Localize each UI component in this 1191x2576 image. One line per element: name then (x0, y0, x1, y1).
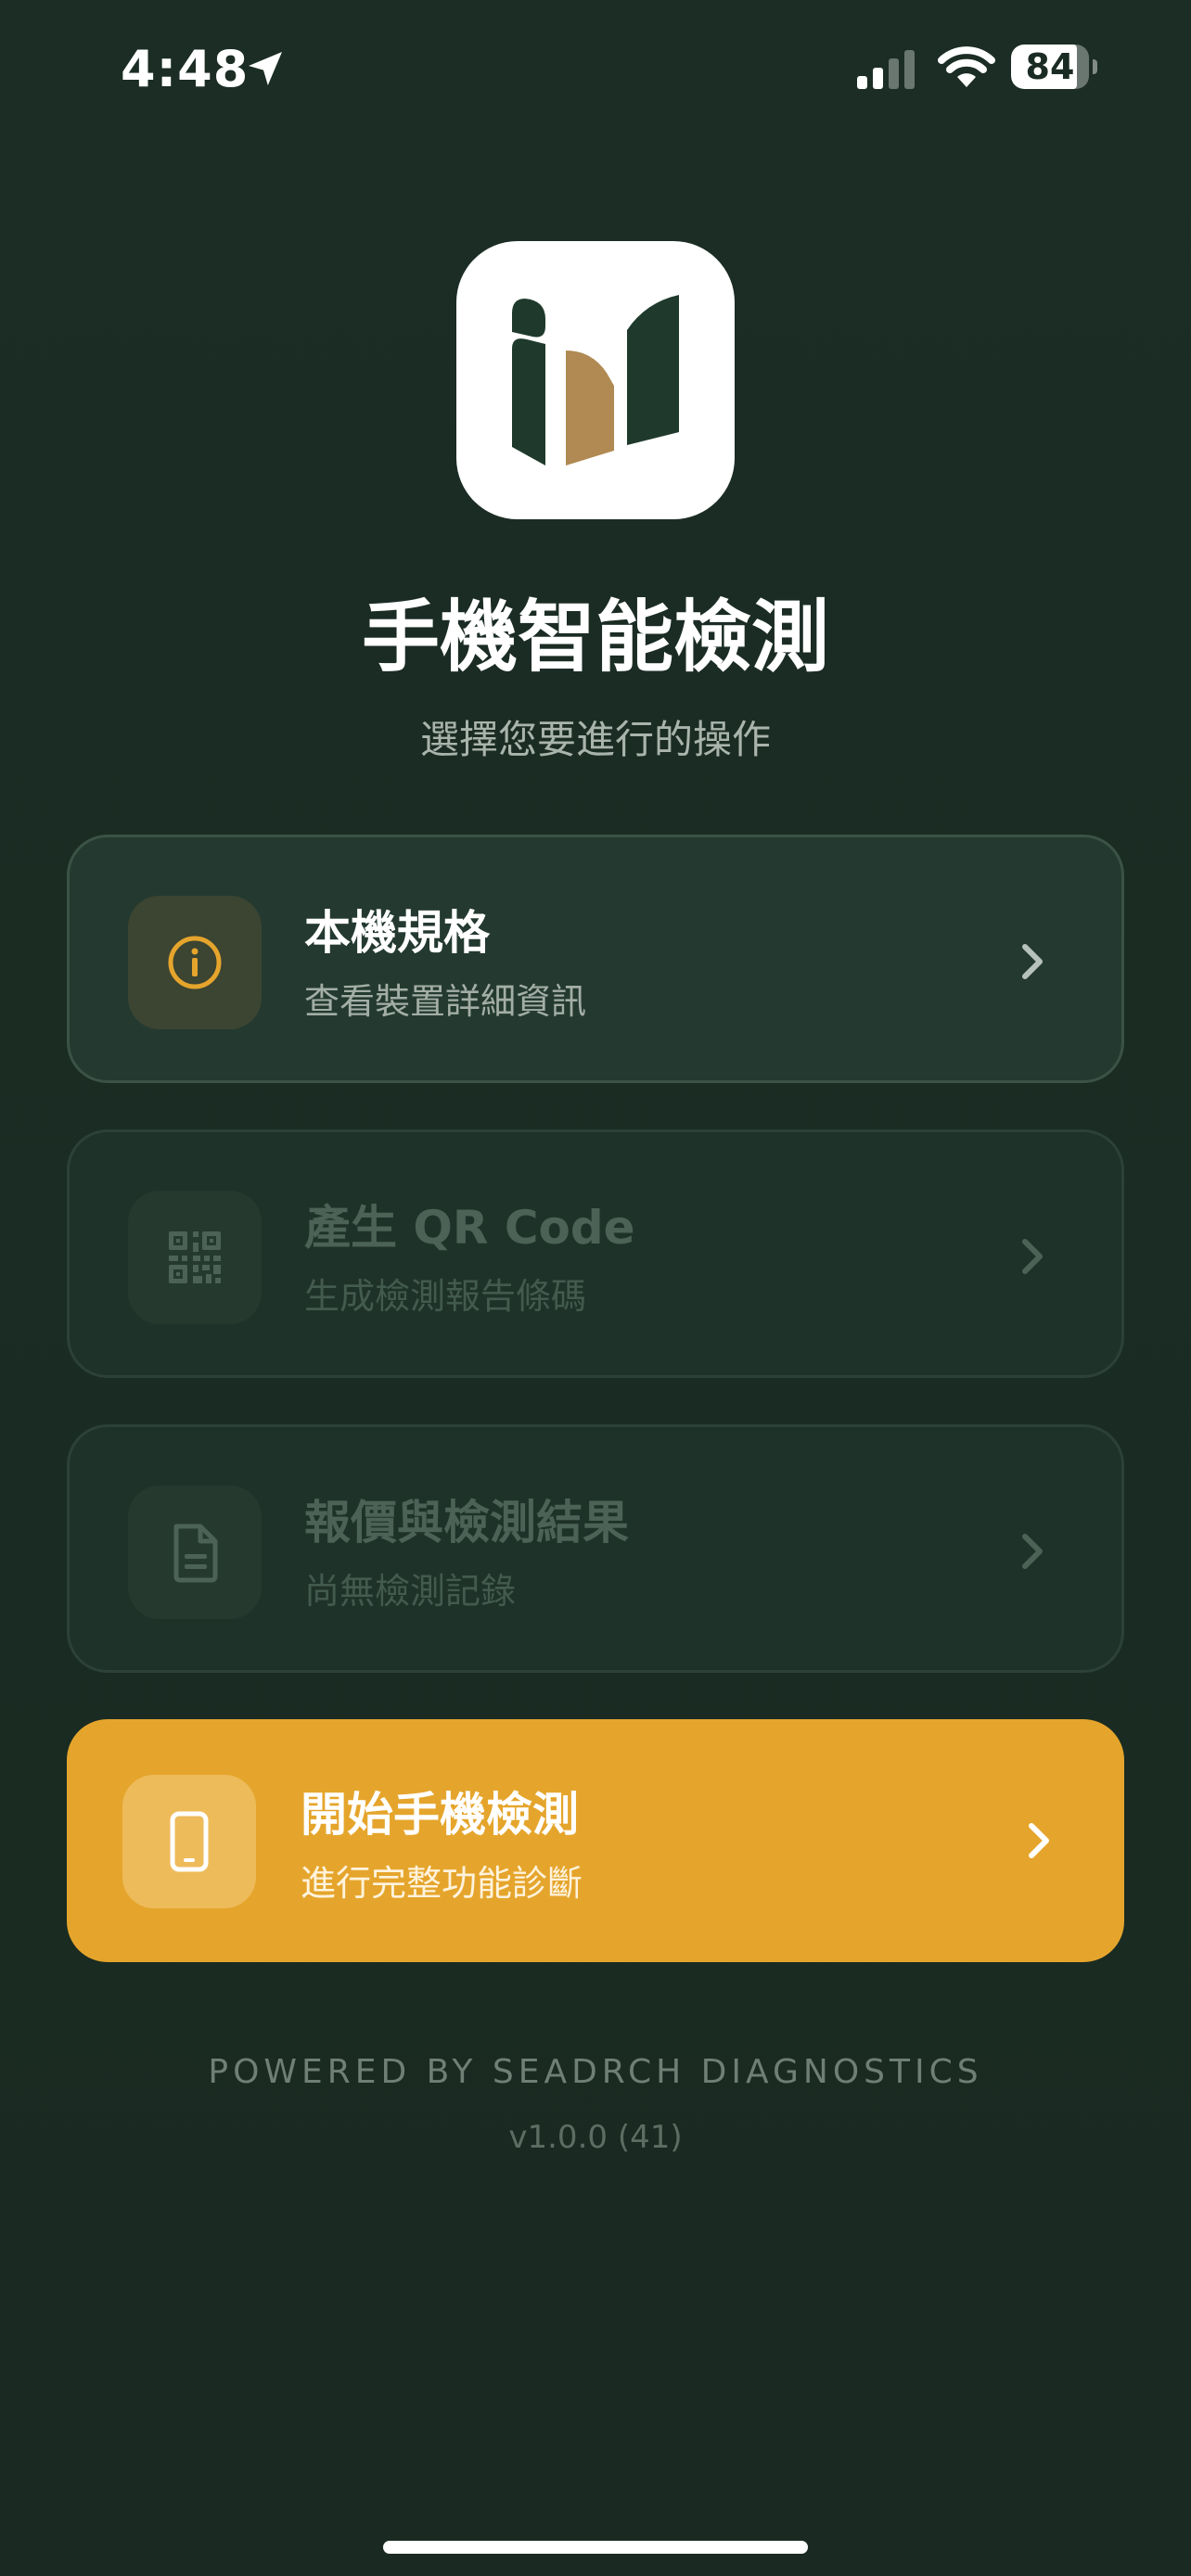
device-specs-icon-box (128, 896, 262, 1029)
device-specs-description: 查看裝置詳細資訊 (304, 981, 587, 1022)
qr-code-icon (169, 1231, 221, 1283)
version-text: v1.0.0 (41) (508, 2119, 683, 2156)
start-diagnostics-description: 進行完整功能診斷 (301, 1863, 583, 1904)
battery-cap (1093, 59, 1097, 74)
status-time: 4:48 (121, 40, 250, 98)
wifi-icon (938, 46, 995, 87)
home-indicator[interactable] (383, 2541, 808, 2554)
app-logo-icon (512, 295, 679, 465)
app-screen: 4:48 84 手機智能檢測 選擇您要進行的操作 本機規格 查看裝置詳細資訊 產… (0, 0, 1191, 2576)
chevron-right-icon (1022, 944, 1043, 979)
start-diagnostics-title: 開始手機檢測 (301, 1788, 579, 1842)
document-icon-box (128, 1486, 262, 1619)
chevron-right-icon (1022, 1239, 1043, 1274)
location-arrow-icon (249, 52, 282, 85)
start-diagnostics-button[interactable]: 開始手機檢測 進行完整功能診斷 (67, 1719, 1124, 1962)
quote-results-title: 報價與檢測結果 (304, 1496, 629, 1549)
page-title: 手機智能檢測 (361, 592, 829, 682)
device-specs-title: 本機規格 (304, 906, 490, 960)
page-subtitle: 選擇您要進行的操作 (419, 717, 771, 762)
app-logo (456, 241, 735, 519)
phone-icon (170, 1811, 209, 1872)
chevron-right-icon (1029, 1823, 1049, 1858)
document-icon (173, 1524, 218, 1583)
cellular-signal-icon (857, 50, 915, 89)
battery-percentage: 84 (1025, 46, 1075, 87)
status-bar: 4:48 84 (0, 0, 1191, 139)
generate-qr-code-title: 產生 QR Code (304, 1201, 635, 1255)
device-specs-card[interactable]: 本機規格 查看裝置詳細資訊 (67, 835, 1124, 1083)
generate-qr-code-description: 生成檢測報告條碼 (304, 1276, 587, 1317)
chevron-right-icon (1022, 1534, 1043, 1569)
quote-results-description: 尚無檢測記錄 (304, 1571, 517, 1612)
powered-by-text: POWERED BY SEADRCH DIAGNOSTICS (208, 2053, 983, 2091)
phone-icon-box (122, 1775, 256, 1908)
info-icon (168, 936, 222, 989)
generate-qr-code-card[interactable]: 產生 QR Code 生成檢測報告條碼 (67, 1129, 1124, 1378)
quote-results-card[interactable]: 報價與檢測結果 尚無檢測記錄 (67, 1424, 1124, 1673)
battery-body: 84 (1011, 45, 1089, 89)
qr-code-icon-box (128, 1191, 262, 1324)
battery-indicator: 84 (1011, 45, 1097, 91)
